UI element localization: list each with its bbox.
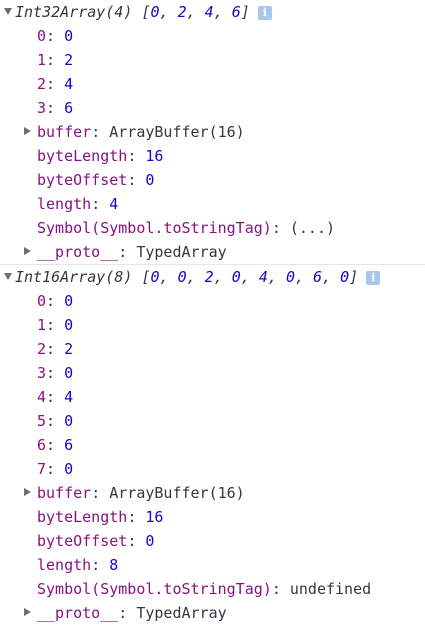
length-property: length: 4 xyxy=(37,195,119,213)
list-item: 5: 0 xyxy=(37,412,74,430)
console-object-int16array: Int16Array(8) [0, 0, 2, 0, 4, 0, 6, 0] i … xyxy=(0,264,425,625)
object-title: Int32Array(4) xyxy=(15,3,133,21)
getter-value[interactable]: (...) xyxy=(290,219,335,237)
list-item: 1: 2 xyxy=(37,51,74,69)
list-item: 1: 0 xyxy=(37,316,74,334)
list-item: 3: 0 xyxy=(37,364,74,382)
buffer-property[interactable]: buffer: ArrayBuffer(16) xyxy=(0,481,425,505)
byteoffset-property: byteOffset: 0 xyxy=(37,171,155,189)
list-item: 4: 4 xyxy=(37,388,74,406)
info-icon[interactable]: i xyxy=(257,6,272,20)
list-item: 7: 0 xyxy=(37,460,74,478)
expand-triangle-icon[interactable] xyxy=(4,273,12,280)
object-header[interactable]: Int16Array(8) [0, 0, 2, 0, 4, 0, 6, 0] i xyxy=(0,265,425,289)
array-preview: [0, 0, 2, 0, 4, 0, 6, 0] xyxy=(141,268,359,286)
proto-property[interactable]: __proto__: TypedArray xyxy=(0,601,425,625)
byteoffset-property: byteOffset: 0 xyxy=(37,532,155,550)
list-item: 0: 0 xyxy=(37,292,74,310)
list-item: 2: 4 xyxy=(37,75,74,93)
bytelength-property: byteLength: 16 xyxy=(37,508,164,526)
expand-arrow-icon[interactable] xyxy=(24,608,31,616)
expand-triangle-icon[interactable] xyxy=(4,8,12,15)
list-item: 3: 6 xyxy=(37,99,74,117)
array-preview: [0, 2, 4, 6] xyxy=(141,3,250,21)
expand-arrow-icon[interactable] xyxy=(24,127,31,135)
console-object-int32array: Int32Array(4) [0, 2, 4, 6] i 0: 0 1: 2 2:… xyxy=(0,0,425,264)
tostringtag-property[interactable]: Symbol(Symbol.toStringTag): (...) xyxy=(0,216,425,240)
object-title: Int16Array(8) xyxy=(15,268,133,286)
list-item: 2: 2 xyxy=(37,340,74,358)
bytelength-property: byteLength: 16 xyxy=(37,147,164,165)
list-item: 0: 0 xyxy=(37,27,74,45)
expand-arrow-icon[interactable] xyxy=(24,247,31,255)
tostringtag-property: Symbol(Symbol.toStringTag): undefined xyxy=(37,580,372,598)
expand-arrow-icon[interactable] xyxy=(24,488,31,496)
length-property: length: 8 xyxy=(37,556,119,574)
list-item: 6: 6 xyxy=(37,436,74,454)
buffer-property[interactable]: buffer: ArrayBuffer(16) xyxy=(0,120,425,144)
info-icon[interactable]: i xyxy=(366,271,381,285)
object-header[interactable]: Int32Array(4) [0, 2, 4, 6] i xyxy=(0,0,425,24)
proto-property[interactable]: __proto__: TypedArray xyxy=(0,240,425,264)
